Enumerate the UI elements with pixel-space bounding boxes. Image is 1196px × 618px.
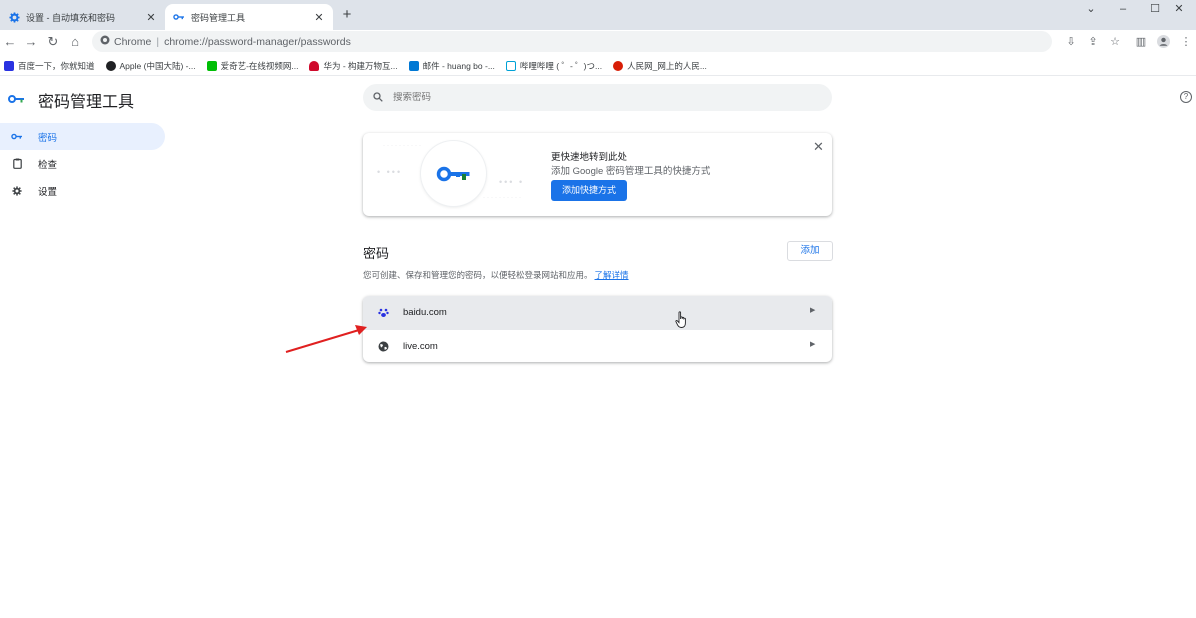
bookmark-huawei[interactable]: 华为 - 构建万物互... — [309, 60, 398, 72]
address-separator: | — [156, 35, 160, 48]
menu-icon[interactable]: ⋮ — [1177, 33, 1195, 51]
app-header: 密码管理工具 — [8, 88, 134, 112]
add-shortcut-button[interactable]: 添加快捷方式 — [551, 180, 627, 201]
bookmark-outlook[interactable]: 邮件 - huang bo -... — [408, 60, 495, 72]
baidu-paw-icon — [4, 60, 14, 71]
new-tab-button[interactable]: + — [338, 6, 356, 24]
decorative-dots: ••• • — [499, 177, 525, 187]
gear-icon — [10, 185, 24, 196]
page-title: 密码管理工具 — [38, 94, 135, 111]
share-icon[interactable]: ⇪ — [1084, 33, 1102, 51]
bookmark-star-icon[interactable]: ☆ — [1106, 33, 1124, 51]
apple-icon — [105, 60, 116, 71]
add-password-button[interactable]: 添加 — [787, 241, 833, 261]
password-manager-logo — [421, 141, 486, 206]
sidebar-item-settings[interactable]: 设置 — [0, 177, 165, 204]
search-input[interactable] — [393, 92, 793, 103]
close-icon[interactable]: ✕ — [813, 139, 824, 155]
sidebar-item-passwords[interactable]: 密码 — [0, 123, 165, 150]
bookmark-baidu[interactable]: 百度一下，你就知道 — [4, 60, 95, 72]
tab-search-button[interactable]: ⌄ — [1074, 0, 1108, 22]
tab-strip: 设置 - 自动填充和密码 ✕ 密码管理工具 ✕ + ⌄ – ☐ ✕ — [0, 0, 1196, 30]
bookmark-bilibili[interactable]: 哔哩哔哩 ( ゜- ゜)つ... — [505, 60, 602, 72]
search-icon — [373, 89, 383, 107]
site-name: baidu.com — [403, 307, 447, 318]
key-icon — [10, 133, 24, 140]
key-icon — [436, 166, 469, 181]
tab-title: 设置 - 自动填充和密码 — [26, 12, 115, 23]
tab-title: 密码管理工具 — [191, 12, 246, 23]
chevron-right-icon: ▶ — [810, 307, 816, 314]
address-bar[interactable]: Chrome | chrome://password-manager/passw… — [92, 31, 1052, 52]
decorative-dots: ·········· — [483, 195, 523, 201]
promo-description: 添加 Google 密码管理工具的快捷方式 — [551, 166, 711, 177]
sidebar-item-label: 密码 — [38, 132, 58, 144]
people-daily-icon — [613, 60, 624, 71]
shortcut-promo-card: • ••• ·········· ••• • ·········· 更快速地转到… — [363, 133, 832, 216]
sidebar-item-label: 设置 — [38, 186, 58, 198]
bookmark-apple[interactable]: Apple (中国大陆) -... — [105, 60, 196, 72]
close-tab-icon[interactable]: ✕ — [311, 9, 327, 25]
globe-icon — [377, 340, 389, 352]
profile-avatar-icon[interactable] — [1154, 33, 1172, 51]
reload-icon[interactable]: ↻ — [44, 33, 62, 51]
chrome-logo-icon — [100, 35, 110, 48]
side-panel-icon[interactable]: ▥ — [1132, 33, 1150, 51]
tab-password-manager[interactable]: 密码管理工具 ✕ — [165, 4, 333, 30]
outlook-icon — [408, 60, 419, 71]
help-icon[interactable]: ? — [1180, 91, 1192, 103]
bookmark-iqiyi[interactable]: 爱奇艺-在线视频网... — [206, 60, 298, 72]
learn-more-link[interactable]: 了解详情 — [595, 270, 629, 280]
url-text[interactable]: chrome://password-manager/passwords — [164, 36, 351, 48]
tab-settings-autofill[interactable]: 设置 - 自动填充和密码 ✕ — [0, 4, 165, 30]
hand-cursor-icon — [675, 311, 686, 328]
promo-title: 更快速地转到此处 — [551, 152, 628, 163]
back-icon[interactable]: ← — [1, 33, 19, 51]
search-bar[interactable] — [363, 84, 832, 111]
iqiyi-icon — [206, 60, 217, 71]
install-app-icon[interactable]: ⇩ — [1062, 33, 1080, 51]
key-icon — [173, 11, 185, 23]
sidebar-item-label: 检查 — [38, 159, 58, 171]
decorative-dots: ·········· — [383, 143, 423, 149]
close-window-button[interactable]: ✕ — [1162, 0, 1196, 22]
sidebar-item-checkup[interactable]: 检查 — [0, 150, 165, 177]
huawei-icon — [309, 60, 320, 71]
section-title: 密码 — [363, 246, 390, 261]
section-description: 您可创建、保存和管理您的密码，以便轻松登录网站和应用。 了解详情 — [363, 270, 629, 280]
password-row-baidu[interactable]: baidu.com ▶ — [363, 296, 832, 329]
decorative-dots: • ••• — [377, 167, 403, 177]
gear-icon — [8, 11, 20, 23]
site-name: live.com — [403, 340, 438, 352]
baidu-paw-icon — [377, 307, 389, 319]
bookmarks-bar: 百度一下，你就知道 Apple (中国大陆) -... 爱奇艺-在线视频网...… — [0, 56, 1196, 76]
password-row-live[interactable]: live.com ▶ — [363, 329, 832, 362]
forward-icon[interactable]: → — [22, 33, 40, 51]
clipboard-check-icon — [10, 158, 24, 169]
bilibili-icon — [505, 60, 516, 71]
home-icon[interactable]: ⌂ — [66, 33, 84, 51]
browser-toolbar: ← → ↻ ⌂ Chrome | chrome://password-manag… — [0, 30, 1196, 54]
password-list: baidu.com ▶ live.com ▶ — [363, 296, 832, 362]
key-icon — [8, 91, 26, 109]
chevron-right-icon: ▶ — [810, 341, 816, 348]
bookmark-people[interactable]: 人民网_网上的人民... — [613, 60, 707, 72]
minimize-button[interactable]: – — [1106, 0, 1140, 22]
site-label: Chrome — [114, 35, 152, 48]
close-tab-icon[interactable]: ✕ — [143, 9, 159, 25]
annotation-arrow — [285, 325, 367, 353]
